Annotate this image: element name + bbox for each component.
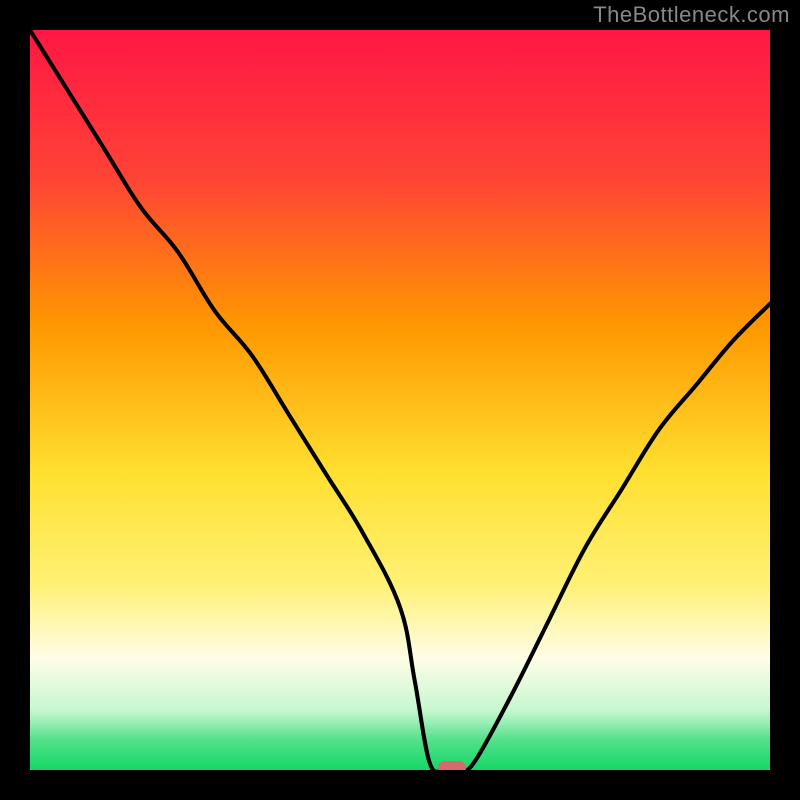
optimal-marker — [438, 761, 466, 770]
plot-area — [30, 30, 770, 770]
curve-layer — [30, 30, 770, 770]
chart-frame: TheBottleneck.com — [0, 0, 800, 800]
bottleneck-curve-path — [30, 30, 770, 770]
watermark-text: TheBottleneck.com — [593, 2, 790, 28]
